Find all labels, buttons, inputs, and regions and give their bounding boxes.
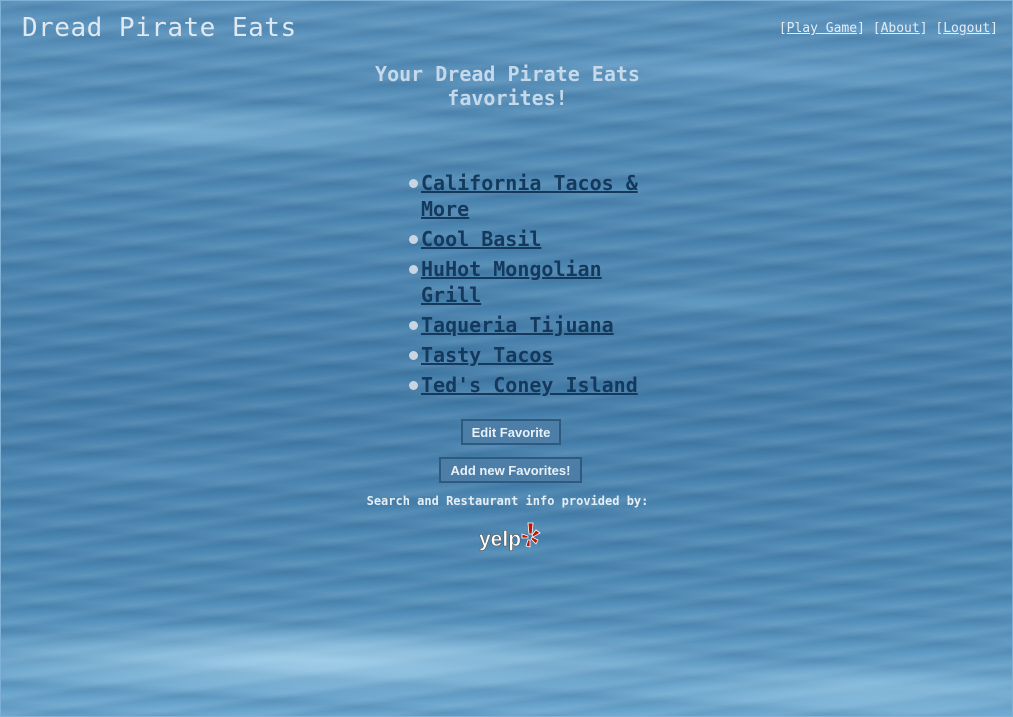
favorite-link[interactable]: Ted's Coney Island (421, 373, 638, 397)
yelp-logo: yelp (479, 522, 541, 551)
list-item: Taqueria Tijuana (408, 313, 648, 339)
list-item: HuHot Mongolian Grill (408, 257, 648, 309)
list-item: California Tacos & More (408, 171, 648, 223)
page-heading: Your Dread Pirate Eats favorites! (1, 62, 1013, 110)
favorite-link[interactable]: Cool Basil (421, 227, 541, 251)
bullet-icon (409, 381, 418, 390)
bullet-icon (409, 321, 418, 330)
favorite-link[interactable]: Tasty Tacos (421, 343, 553, 367)
page-heading-text: Your Dread Pirate Eats favorites! (375, 62, 640, 110)
favorite-link[interactable]: Taqueria Tijuana (421, 313, 614, 337)
list-item: Cool Basil (408, 227, 648, 253)
top-nav: [Play Game] [About] [Logout] (778, 21, 998, 36)
list-item: Tasty Tacos (408, 343, 648, 369)
yelp-credit-text: Search and Restaurant info provided by: (366, 494, 649, 508)
svg-text:yelp: yelp (479, 528, 521, 551)
bullet-icon (409, 265, 418, 274)
nav-play-game-link[interactable]: Play Game (787, 21, 857, 36)
nav-logout-link[interactable]: Logout (943, 21, 990, 36)
favorite-link[interactable]: California Tacos & More (421, 171, 638, 221)
site-title[interactable]: Dread Pirate Eats (22, 13, 297, 43)
bullet-icon (409, 235, 418, 244)
bullet-icon (409, 351, 418, 360)
edit-favorite-button[interactable]: Edit Favorite (461, 419, 561, 445)
bullet-icon (409, 179, 418, 188)
favorites-list: California Tacos & More Cool Basil HuHot… (408, 171, 648, 403)
favorite-link[interactable]: HuHot Mongolian Grill (421, 257, 602, 307)
list-item: Ted's Coney Island (408, 373, 648, 399)
nav-about-link[interactable]: About (881, 21, 920, 36)
add-favorites-button[interactable]: Add new Favorites! (439, 457, 582, 483)
